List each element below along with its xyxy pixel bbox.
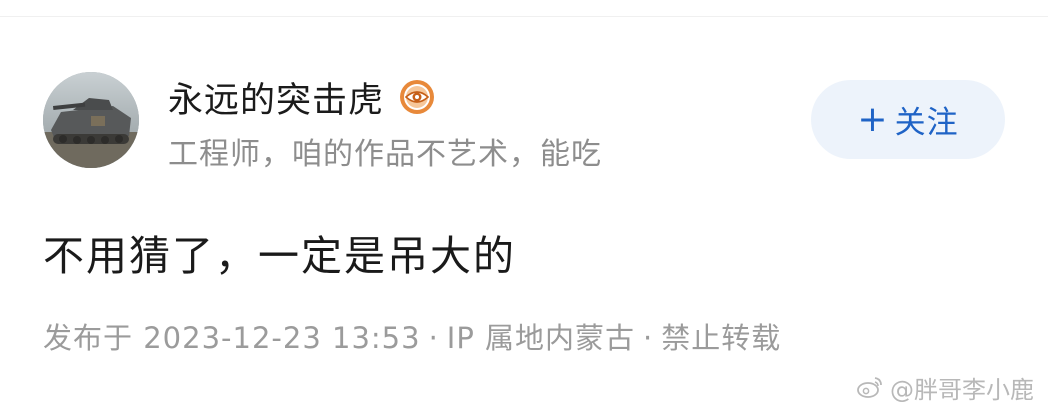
post-text: 不用猜了，一定是吊大的 [43,232,516,280]
post-meta: 发布于 2023-12-23 13:53 · IP 属地内蒙古 · 禁止转载 [43,315,781,357]
username[interactable]: 永远的突击虎 [168,72,384,123]
ip-location: IP 属地内蒙古 [446,321,636,355]
weibo-logo-icon [857,377,882,398]
watermark: @胖哥李小鹿 [856,372,1034,404]
meta-separator: · [428,321,439,355]
orange-eye-badge-icon [398,78,436,116]
follow-button[interactable]: + 关注 [811,80,1005,159]
follow-label: 关注 [894,105,959,141]
top-divider [0,16,1048,17]
meta-separator: · [643,321,654,355]
post-card: 永远的突击虎 工程师，咱的作品不艺术，能吃 + 关注 不用猜了，一定是吊大的 发… [0,0,1048,413]
plus-icon: + [857,98,889,140]
watermark-text: @胖哥李小鹿 [890,375,1034,404]
avatar[interactable] [43,72,139,168]
published-prefix: 发布于 [43,321,134,355]
username-row: 永远的突击虎 [168,72,436,123]
user-bio: 工程师，咱的作品不艺术，能吃 [168,137,602,172]
repost-policy: 禁止转载 [661,321,782,355]
published-datetime: 2023-12-23 13:53 [143,321,421,355]
